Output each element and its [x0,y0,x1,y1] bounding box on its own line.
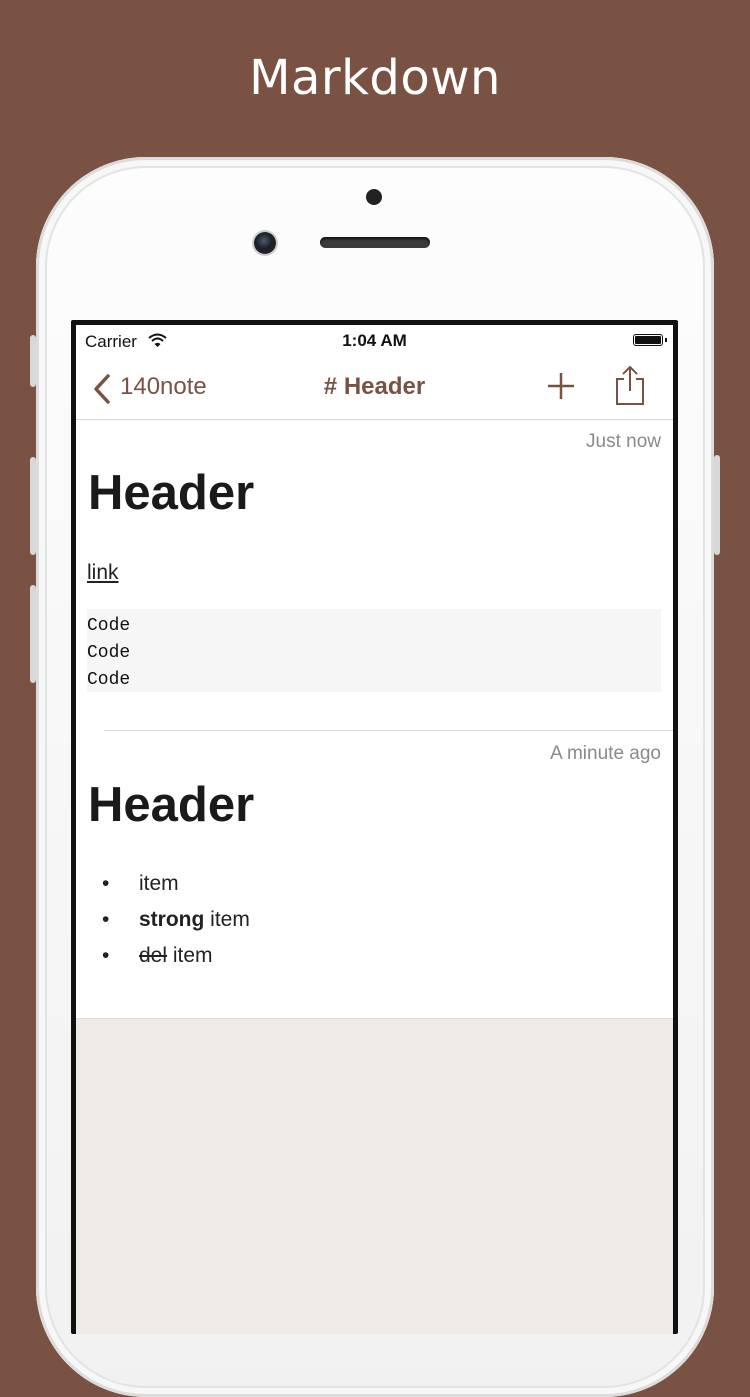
empty-list-area [76,1018,673,1334]
bullet: • [102,944,110,967]
list-item-text: strong item [139,908,250,932]
code-block: Code Code Code [87,609,661,692]
app-display: Carrier 1:04 AM 140note # Header Just no [76,325,673,1334]
note-heading: Header [88,778,255,832]
list-item-suffix: item [204,908,250,931]
promo-title: Markdown [249,50,501,106]
status-time: 1:04 AM [342,331,407,350]
front-camera [254,232,276,254]
note-card[interactable]: Just now Header link Code Code Code [76,420,673,730]
note-timestamp: A minute ago [550,743,661,764]
note-heading: Header [88,466,255,520]
list-item-text: item [139,872,179,895]
list-item-text: del item [139,944,213,968]
add-icon[interactable] [546,371,576,401]
code-line: Code [87,643,131,663]
note-link[interactable]: link [87,561,119,585]
mute-switch [30,335,36,387]
list-item: • item [102,872,662,902]
list-item-suffix: item [167,944,213,967]
bullet: • [102,872,110,895]
strong-text: strong [139,908,205,931]
navigation-bar: 140note # Header [76,359,673,420]
status-bar: Carrier 1:04 AM [76,325,673,359]
list-item: • strong item [102,908,662,938]
code-line: Code [87,616,131,636]
deleted-text: del [139,944,168,967]
back-chevron-icon[interactable] [92,374,112,404]
bullet: • [102,908,110,931]
proximity-sensor [366,189,382,205]
volume-up-button [30,457,36,555]
share-icon[interactable] [613,364,647,406]
back-button[interactable]: 140note [120,373,207,401]
code-line: Code [87,670,131,690]
note-card[interactable]: A minute ago Header • item • strong item… [76,731,673,1017]
power-button [714,455,720,555]
note-timestamp: Just now [586,431,661,452]
volume-down-button [30,585,36,683]
earpiece-speaker [320,237,430,248]
battery-icon [633,334,667,346]
list-item: • del item [102,944,662,974]
